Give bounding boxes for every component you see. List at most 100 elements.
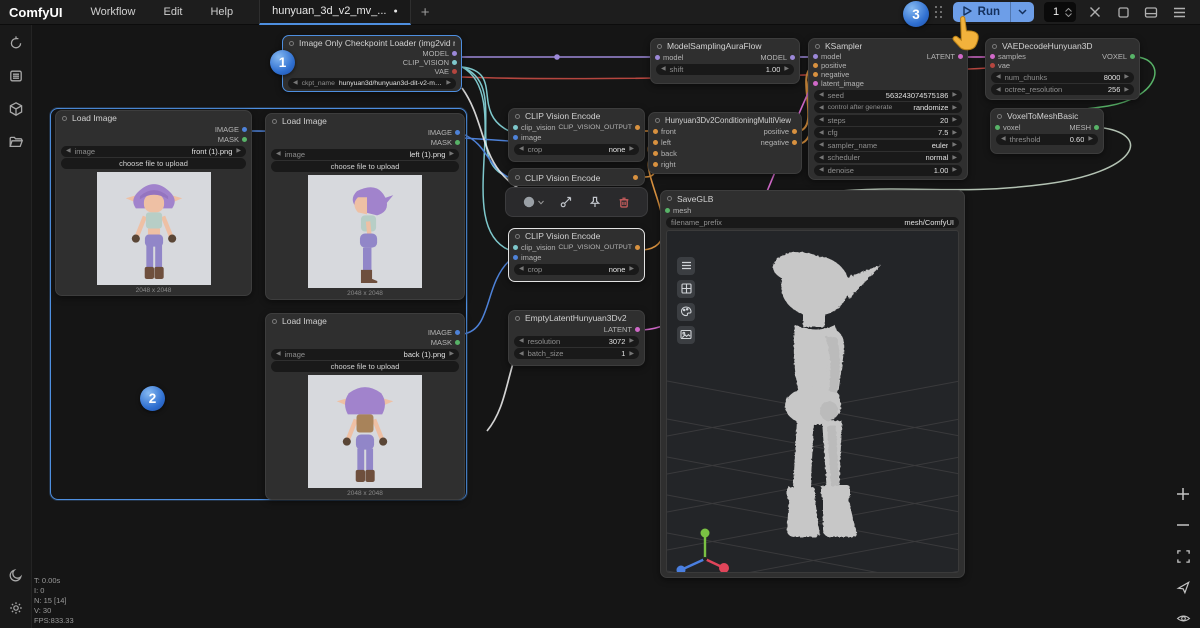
collapse-dot-icon[interactable] xyxy=(289,41,294,46)
output-vae[interactable]: VAE xyxy=(435,67,457,76)
output-mesh[interactable]: MESH xyxy=(1069,123,1099,132)
collapse-dot-icon[interactable] xyxy=(992,44,997,49)
batch-count-stepper[interactable]: 1 xyxy=(1044,2,1076,22)
widget-num-chunks[interactable]: ◀num_chunks8000▶ xyxy=(991,72,1134,83)
collapse-dot-icon[interactable] xyxy=(657,44,662,49)
collapse-dot-icon[interactable] xyxy=(272,119,277,124)
node-vae-decode-hunyuan3d[interactable]: VAEDecodeHunyuan3D samples VOXEL vae ◀nu… xyxy=(985,38,1140,100)
window-icon[interactable] xyxy=(1114,3,1132,21)
input-front[interactable]: front xyxy=(653,127,676,136)
input-negative[interactable]: negative xyxy=(813,70,849,79)
node-voxel-to-mesh-basic[interactable]: VoxelToMeshBasic voxel MESH ◀threshold0.… xyxy=(990,108,1104,154)
collapse-dot-icon[interactable] xyxy=(815,44,820,49)
viewport-grid-icon[interactable] xyxy=(677,280,695,298)
collapse-dot-icon[interactable] xyxy=(515,316,520,321)
input-mesh[interactable]: mesh xyxy=(665,206,691,215)
node-save-glb[interactable]: SaveGLB mesh filename_prefixmesh/ComfyUI xyxy=(660,190,965,578)
node-empty-latent-hunyuan3dv2[interactable]: EmptyLatentHunyuan3Dv2 LATENT ◀resolutio… xyxy=(508,310,645,366)
menu-edit[interactable]: Edit xyxy=(149,6,196,18)
widget-shift[interactable]: ◀shift1.00▶ xyxy=(656,64,794,75)
node-hunyuan3dv2-conditioning-multiview[interactable]: Hunyuan3Dv2ConditioningMultiView front p… xyxy=(648,112,802,174)
input-image[interactable]: image xyxy=(513,253,541,262)
node-load-image-back[interactable]: Load Image IMAGE MASK ◀imageback (1).png… xyxy=(265,313,465,500)
upload-button[interactable]: choose file to upload xyxy=(271,361,459,372)
queue-icon[interactable] xyxy=(6,66,26,86)
bottom-panel-icon[interactable] xyxy=(1142,3,1160,21)
widget-image-file[interactable]: ◀imageleft (1).png▶ xyxy=(271,149,459,160)
run-options-dropdown[interactable] xyxy=(1011,2,1034,22)
input-voxel[interactable]: voxel xyxy=(995,123,1021,132)
node-clip-vision-encode-1[interactable]: CLIP Vision Encode clip_vision CLIP_VISI… xyxy=(508,108,645,162)
collapse-dot-icon[interactable] xyxy=(655,118,660,123)
input-model[interactable]: model xyxy=(813,52,841,61)
color-swatch-icon[interactable] xyxy=(522,195,544,209)
node-model-sampling-auraflow[interactable]: ModelSamplingAuraFlow model MODEL ◀shift… xyxy=(650,38,800,84)
upload-button[interactable]: choose file to upload xyxy=(61,158,246,169)
widget-denoise[interactable]: ◀denoise1.00▶ xyxy=(814,165,962,176)
output-image[interactable]: IMAGE xyxy=(428,328,460,337)
grip-icon[interactable] xyxy=(935,6,943,19)
mesh-3d-viewport[interactable] xyxy=(666,230,959,573)
input-samples[interactable]: samples xyxy=(990,52,1026,61)
output-negative[interactable]: negative xyxy=(761,138,797,147)
collapse-dot-icon[interactable] xyxy=(62,116,67,121)
pointer-icon[interactable] xyxy=(1174,578,1192,596)
moon-icon[interactable] xyxy=(6,565,26,585)
widget-image-file[interactable]: ◀imagefront (1).png▶ xyxy=(61,146,246,157)
node-load-image-left[interactable]: Load Image IMAGE MASK ◀imageleft (1).png… xyxy=(265,113,465,300)
settings-icon[interactable] xyxy=(6,598,26,618)
output-model[interactable]: MODEL xyxy=(422,49,457,58)
widget-crop[interactable]: ◀cropnone▶ xyxy=(514,264,639,275)
hamburger-icon[interactable] xyxy=(1170,3,1188,21)
output-image[interactable]: IMAGE xyxy=(215,125,247,134)
input-latent-image[interactable]: latent_image xyxy=(813,79,864,88)
output-voxel[interactable]: VOXEL xyxy=(1102,52,1135,61)
input-clip-vision[interactable]: clip_vision xyxy=(513,243,556,252)
output-dot[interactable] xyxy=(633,175,638,180)
widget-cfg[interactable]: ◀cfg7.5▶ xyxy=(814,127,962,138)
input-back[interactable]: back xyxy=(653,149,677,158)
node-clip-vision-encode-3[interactable]: CLIP Vision Encode clip_vision CLIP_VISI… xyxy=(508,228,645,282)
collapse-dot-icon[interactable] xyxy=(997,114,1002,119)
widget-octree-resolution[interactable]: ◀octree_resolution256▶ xyxy=(991,84,1134,95)
widget-scheduler[interactable]: ◀schedulernormal▶ xyxy=(814,152,962,163)
input-clip-vision[interactable]: clip_vision xyxy=(513,123,556,132)
input-positive[interactable]: positive xyxy=(813,61,846,70)
widget-crop[interactable]: ◀cropnone▶ xyxy=(514,144,639,155)
output-clip-vision-output[interactable]: CLIP_VISION_OUTPUT xyxy=(558,244,640,251)
collapse-dot-icon[interactable] xyxy=(272,319,277,324)
pin-icon[interactable] xyxy=(588,195,602,209)
node-clip-vision-encode-2-collapsed[interactable]: CLIP Vision Encode xyxy=(508,168,645,186)
output-positive[interactable]: positive xyxy=(764,127,797,136)
eye-icon[interactable] xyxy=(1174,609,1192,627)
fit-view-icon[interactable] xyxy=(1174,547,1192,565)
folder-icon[interactable] xyxy=(6,132,26,152)
output-mask[interactable]: MASK xyxy=(218,135,247,144)
delete-icon[interactable] xyxy=(617,195,631,209)
widget-seed[interactable]: ◀seed563243074575186▶ xyxy=(814,90,962,101)
output-clip-vision[interactable]: CLIP_VISION xyxy=(403,58,457,67)
input-left[interactable]: left xyxy=(653,138,671,147)
input-image[interactable]: image xyxy=(513,133,541,142)
output-image[interactable]: IMAGE xyxy=(428,128,460,137)
input-right[interactable]: right xyxy=(653,160,676,169)
widget-sampler-name[interactable]: ◀sampler_nameeuler▶ xyxy=(814,140,962,151)
viewport-image-icon[interactable] xyxy=(677,326,695,344)
widget-ckpt-name[interactable]: ◀ckpt_namehunyuan3d/hunyuan3d-dit-v2-mv-… xyxy=(288,78,456,89)
input-model[interactable]: model xyxy=(655,53,683,62)
viewport-palette-icon[interactable] xyxy=(677,303,695,321)
output-mask[interactable]: MASK xyxy=(431,338,460,347)
upload-button[interactable]: choose file to upload xyxy=(271,161,459,172)
collapse-dot-icon[interactable] xyxy=(515,114,520,119)
output-model[interactable]: MODEL xyxy=(760,53,795,62)
new-tab-button[interactable]: + xyxy=(411,4,440,21)
menu-help[interactable]: Help xyxy=(196,6,247,18)
bypass-icon[interactable] xyxy=(559,195,573,209)
output-mask[interactable]: MASK xyxy=(431,138,460,147)
workflow-tab[interactable]: hunyuan_3d_v2_mv_... ● xyxy=(259,0,411,25)
output-clip-vision-output[interactable]: CLIP_VISION_OUTPUT xyxy=(558,124,640,131)
node-graph-canvas[interactable]: Image Only Checkpoint Loader (img2vid mo… xyxy=(0,25,1200,628)
collapse-dot-icon[interactable] xyxy=(667,196,672,201)
widget-image-file[interactable]: ◀imageback (1).png▶ xyxy=(271,349,459,360)
widget-steps[interactable]: ◀steps20▶ xyxy=(814,115,962,126)
